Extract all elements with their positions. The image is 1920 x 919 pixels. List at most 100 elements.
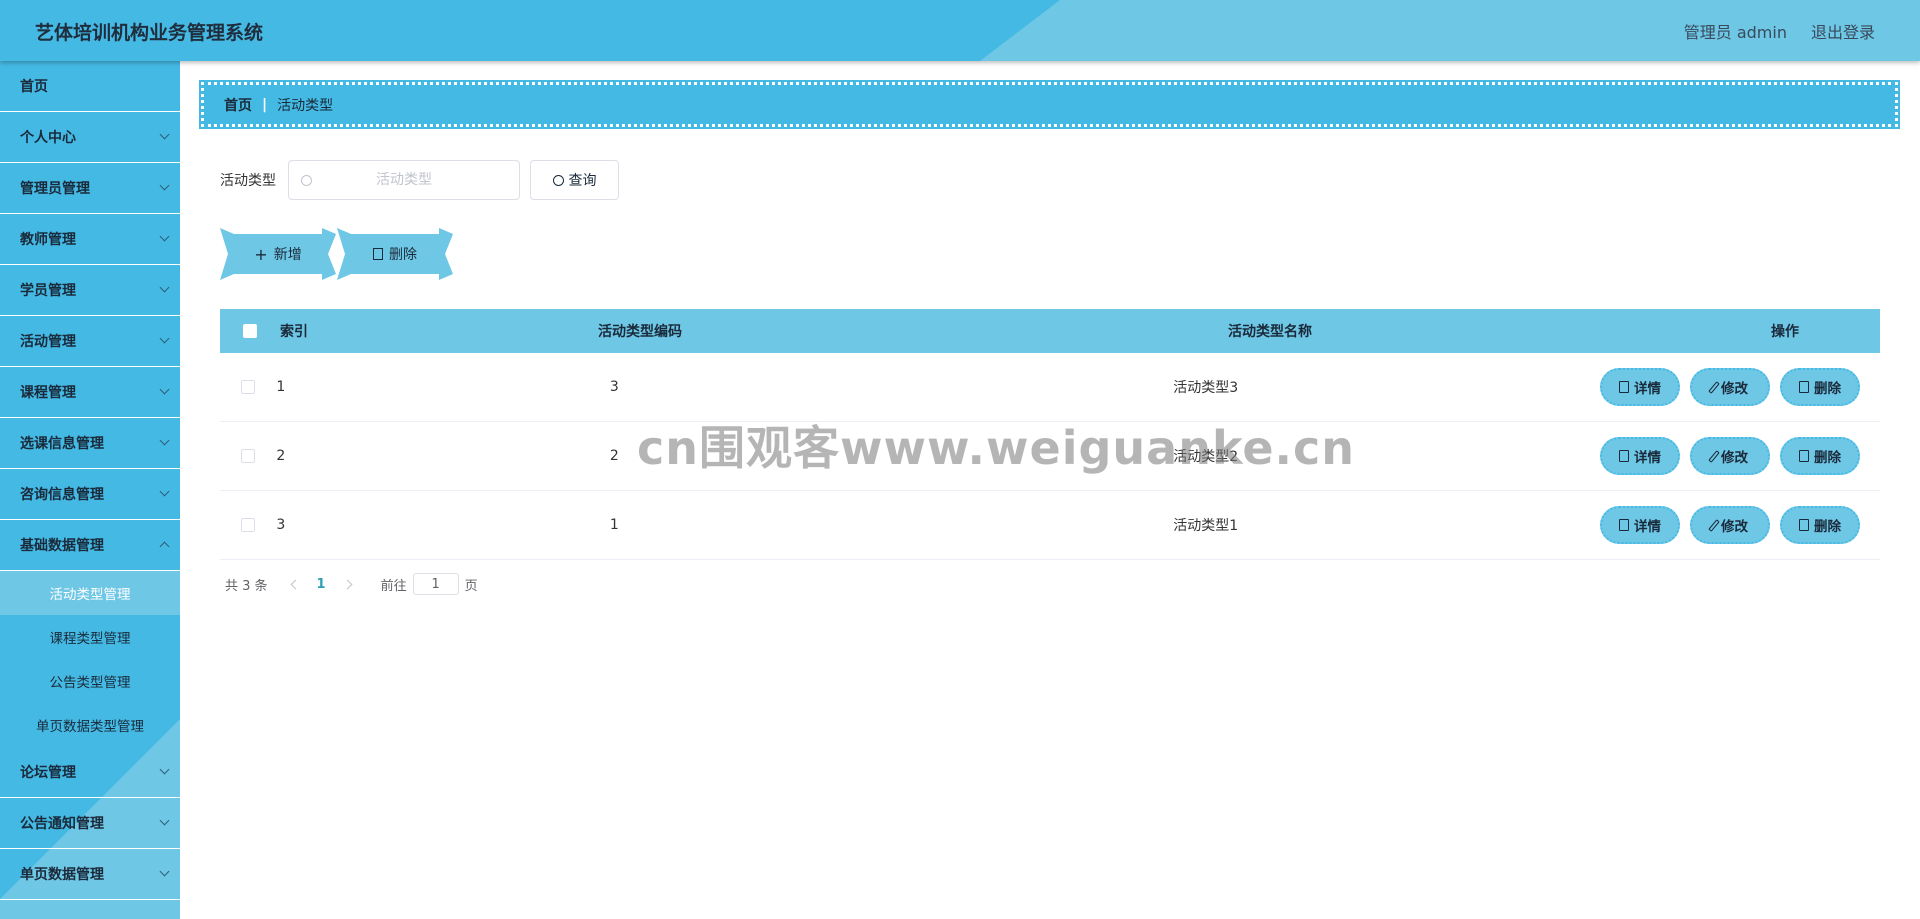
query-button-label: 查询 xyxy=(568,173,597,189)
chevron-down-icon xyxy=(159,384,170,395)
sidebar-item[interactable]: 选课信息管理 xyxy=(0,418,180,469)
sidebar-item[interactable]: 个人中心 xyxy=(0,112,180,163)
select-all-checkbox[interactable] xyxy=(243,324,257,338)
delete-row-button[interactable]: 删除 xyxy=(1780,368,1860,406)
search-bar: 活动类型 查询 xyxy=(220,160,619,200)
sidebar-item[interactable]: 单页数据管理 xyxy=(0,849,180,900)
delete-button-label: 删除 xyxy=(389,247,417,263)
chevron-down-icon xyxy=(159,129,170,140)
sidebar-item-label: 论坛管理 xyxy=(20,765,76,781)
detail-button[interactable]: 详情 xyxy=(1600,437,1680,475)
pencil-icon xyxy=(1708,380,1720,394)
cell-name: 活动类型2 xyxy=(1173,449,1239,465)
chevron-up-icon xyxy=(159,541,170,552)
sidebar-item-label: 公告通知管理 xyxy=(20,816,104,832)
table-row: 2 2 活动类型2 详情 修改 删除 xyxy=(220,422,1880,491)
delete-row-button-label: 删除 xyxy=(1814,381,1841,397)
pagination: 共 3 条 1 前往 页 xyxy=(225,572,478,596)
table-header: 索引 活动类型编码 活动类型名称 操作 xyxy=(220,309,1880,353)
cell-name: 活动类型1 xyxy=(1173,518,1239,534)
chevron-down-icon xyxy=(159,231,170,242)
prev-page-icon[interactable] xyxy=(290,579,300,589)
edit-button-label: 修改 xyxy=(1721,381,1748,397)
main-content: 首页 | 活动类型 活动类型 查询 + 新增 xyxy=(180,61,1920,919)
edit-button-label: 修改 xyxy=(1721,450,1748,466)
cell-actions: 详情 修改 删除 xyxy=(1600,368,1880,406)
plus-icon: + xyxy=(254,244,268,264)
search-label: 活动类型 xyxy=(220,173,276,189)
delete-button[interactable]: 删除 xyxy=(337,228,453,280)
add-button[interactable]: + 新增 xyxy=(220,228,336,280)
chevron-down-icon xyxy=(159,866,170,877)
breadcrumb-home[interactable]: 首页 xyxy=(224,95,252,115)
search-icon xyxy=(552,174,564,186)
sidebar-item[interactable]: 活动管理 xyxy=(0,316,180,367)
goto-page-input[interactable] xyxy=(412,573,459,595)
table-body: 1 3 活动类型3 详情 修改 删除 2 2 活动类型2 详情 修改 删除 3 1 活动类型1 详情 修改 删除 xyxy=(220,353,1880,560)
edit-button[interactable]: 修改 xyxy=(1690,437,1770,475)
document-icon xyxy=(1619,450,1629,462)
delete-row-button-label: 删除 xyxy=(1814,519,1841,535)
chevron-down-icon xyxy=(159,333,170,344)
detail-button[interactable]: 详情 xyxy=(1600,368,1680,406)
sidebar-item[interactable]: 教师管理 xyxy=(0,214,180,265)
sidebar-item[interactable]: 课程管理 xyxy=(0,367,180,418)
pencil-icon xyxy=(1708,518,1720,532)
search-input[interactable] xyxy=(289,161,519,199)
sidebar-item[interactable]: 管理员管理 xyxy=(0,163,180,214)
sidebar-item-label: 单页数据管理 xyxy=(20,867,104,883)
chevron-down-icon xyxy=(159,764,170,775)
pencil-icon xyxy=(1708,449,1720,463)
chevron-down-icon xyxy=(159,282,170,293)
sidebar-item-label: 基础数据管理 xyxy=(20,538,104,554)
document-icon xyxy=(1619,519,1629,531)
logout-link[interactable]: 退出登录 xyxy=(1811,19,1875,43)
next-page-icon[interactable] xyxy=(342,579,353,589)
sidebar-item-label: 个人中心 xyxy=(20,130,76,146)
sidebar-item-label: 活动管理 xyxy=(20,334,76,350)
cell-name: 活动类型3 xyxy=(1173,380,1239,396)
sidebar-item[interactable]: 首页 xyxy=(0,61,180,112)
query-button[interactable]: 查询 xyxy=(530,160,619,200)
app-title: 艺体培训机构业务管理系统 xyxy=(35,22,264,44)
row-checkbox[interactable] xyxy=(241,449,256,463)
detail-button-label: 详情 xyxy=(1634,450,1661,466)
add-button-label: 新增 xyxy=(273,247,302,263)
data-table: 索引 活动类型编码 活动类型名称 操作 1 3 活动类型3 详情 修改 删除 2 2 活动类型2… xyxy=(220,309,1880,560)
sidebar-item[interactable]: 论坛管理 xyxy=(0,747,180,798)
current-user[interactable]: 管理员 admin xyxy=(1684,19,1787,43)
goto-label: 前往 xyxy=(380,578,407,594)
sidebar-item[interactable]: 基础数据管理 xyxy=(0,520,180,571)
sidebar-subitem[interactable]: 公告类型管理 xyxy=(0,659,180,703)
sidebar-item[interactable]: 公告通知管理 xyxy=(0,798,180,849)
page-number[interactable]: 1 xyxy=(317,577,326,592)
chevron-down-icon xyxy=(159,435,170,446)
edit-button[interactable]: 修改 xyxy=(1690,506,1770,544)
detail-button-label: 详情 xyxy=(1634,381,1661,397)
sidebar-item-label: 课程管理 xyxy=(20,385,76,401)
column-header-index: 索引 xyxy=(280,324,308,340)
edit-button-label: 修改 xyxy=(1721,519,1748,535)
pagination-total: 共 3 条 xyxy=(225,578,268,594)
chevron-down-icon xyxy=(159,815,170,826)
sidebar-item-label: 管理员管理 xyxy=(20,181,90,197)
sidebar-item[interactable]: 学员管理 xyxy=(0,265,180,316)
table-row: 3 1 活动类型1 详情 修改 删除 xyxy=(220,491,1880,560)
detail-button[interactable]: 详情 xyxy=(1600,506,1680,544)
delete-row-button[interactable]: 删除 xyxy=(1780,506,1860,544)
row-checkbox[interactable] xyxy=(241,518,256,532)
sidebar-subitem[interactable]: 课程类型管理 xyxy=(0,615,180,659)
sidebar-subitem[interactable]: 单页数据类型管理 xyxy=(0,703,180,747)
edit-button[interactable]: 修改 xyxy=(1690,368,1770,406)
document-icon xyxy=(1619,381,1629,393)
sidebar-menu: 首页个人中心管理员管理教师管理 学员管理活动管理课程管理选课信息管理咨询信息管理基… xyxy=(0,61,180,900)
search-field xyxy=(288,160,520,200)
delete-row-button[interactable]: 删除 xyxy=(1780,437,1860,475)
sidebar-item-label: 咨询信息管理 xyxy=(20,487,104,503)
sidebar-item[interactable]: 咨询信息管理 xyxy=(0,469,180,520)
sidebar-subitem[interactable]: 活动类型管理 xyxy=(0,571,180,615)
breadcrumb-separator: | xyxy=(262,96,268,113)
top-header: 艺体培训机构业务管理系统 管理员 admin 退出登录 xyxy=(0,0,1920,61)
row-checkbox[interactable] xyxy=(241,380,256,394)
trash-icon xyxy=(1799,519,1809,531)
